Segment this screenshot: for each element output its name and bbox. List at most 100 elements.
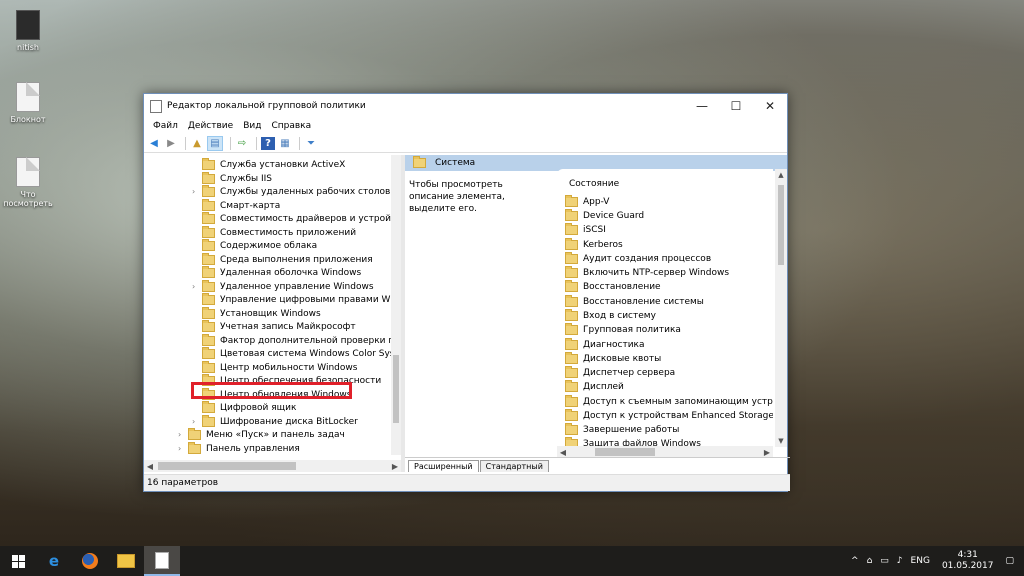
file-explorer-icon[interactable] bbox=[108, 546, 144, 576]
tree-item[interactable]: Службы IIS bbox=[192, 171, 272, 185]
menu-bar: Файл Действие Вид Справка bbox=[144, 118, 787, 134]
scroll-thumb[interactable] bbox=[393, 355, 399, 423]
folder-icon bbox=[202, 292, 215, 305]
list-item[interactable]: iSCSI bbox=[565, 222, 606, 236]
toolbar-separator bbox=[230, 136, 231, 150]
help-icon[interactable]: ? bbox=[261, 136, 275, 150]
title-bar[interactable]: Редактор локальной групповой политики — … bbox=[144, 94, 787, 118]
list-item[interactable]: Завершение работы bbox=[565, 422, 679, 436]
scroll-left-icon[interactable]: ◀ bbox=[557, 448, 569, 457]
export-list-icon[interactable]: ⇨ bbox=[235, 137, 249, 150]
battery-icon[interactable]: ▭ bbox=[880, 556, 889, 566]
gpedit-taskbar-icon[interactable] bbox=[144, 546, 180, 576]
list-item[interactable]: Аудит создания процессов bbox=[565, 251, 711, 265]
chevron-right-icon[interactable]: › bbox=[178, 430, 188, 439]
maximize-button[interactable]: ☐ bbox=[719, 94, 753, 118]
list-item[interactable]: Вход в систему bbox=[565, 308, 656, 322]
tree-item[interactable]: › Удаленное управление Windows bbox=[192, 279, 374, 293]
firefox-icon[interactable] bbox=[72, 546, 108, 576]
close-button[interactable]: ✕ bbox=[753, 94, 787, 118]
chevron-right-icon[interactable]: › bbox=[192, 187, 202, 196]
clock-date: 01.05.2017 bbox=[941, 561, 994, 571]
tab-standard[interactable]: Стандартный bbox=[479, 460, 549, 472]
folder-icon bbox=[202, 252, 215, 265]
back-arrow-icon[interactable]: ◀ bbox=[147, 137, 161, 150]
tree-vertical-scrollbar[interactable] bbox=[391, 155, 401, 455]
tree-item[interactable]: Управление цифровыми правами Windo bbox=[192, 292, 401, 306]
properties-icon[interactable]: ▦ bbox=[278, 137, 292, 150]
language-indicator[interactable]: ENG bbox=[911, 556, 930, 566]
tree-item[interactable]: Среда выполнения приложения bbox=[192, 252, 373, 266]
list-item[interactable]: App-V bbox=[565, 194, 609, 208]
scroll-thumb[interactable] bbox=[778, 185, 784, 265]
tree-item[interactable]: Центр мобильности Windows bbox=[192, 360, 357, 374]
tree-item[interactable]: Содержимое облака bbox=[192, 238, 317, 252]
list-item[interactable]: Доступ к съемным запоминающим устройства bbox=[565, 394, 773, 408]
list-item[interactable]: Дисковые квоты bbox=[565, 351, 661, 365]
list-item[interactable]: Диагностика bbox=[565, 337, 645, 351]
folder-icon bbox=[565, 279, 578, 292]
network-icon[interactable]: ⌂ bbox=[867, 556, 873, 566]
tree-item[interactable]: Совместимость приложений bbox=[192, 225, 356, 239]
tree-item[interactable]: Цифровой ящик bbox=[192, 400, 296, 414]
start-button[interactable] bbox=[0, 546, 36, 576]
tree-item[interactable]: Удаленная оболочка Windows bbox=[192, 265, 361, 279]
folder-icon bbox=[202, 225, 215, 238]
scroll-thumb[interactable] bbox=[595, 448, 655, 456]
tree-item[interactable]: Установщик Windows bbox=[192, 306, 321, 320]
list-item[interactable]: Дисплей bbox=[565, 379, 624, 393]
column-header-state[interactable]: Состояние bbox=[569, 179, 619, 189]
list-item[interactable]: Kerberos bbox=[565, 237, 623, 251]
details-vertical-scrollbar[interactable]: ▲ ▼ bbox=[775, 169, 787, 447]
list-item[interactable]: Доступ к устройствам Enhanced Storage bbox=[565, 408, 773, 422]
folder-icon bbox=[565, 308, 578, 321]
list-item[interactable]: Восстановление bbox=[565, 279, 661, 293]
minimize-button[interactable]: — bbox=[685, 94, 719, 118]
chevron-up-icon[interactable]: ^ bbox=[851, 556, 859, 566]
tree-item[interactable]: Учетная запись Майкрософт bbox=[192, 319, 356, 333]
menu-file[interactable]: Файл bbox=[153, 121, 178, 131]
red-highlight-box bbox=[191, 382, 352, 399]
chevron-right-icon[interactable]: › bbox=[192, 282, 202, 291]
desktop-icon-nitish[interactable]: nitish bbox=[0, 10, 56, 52]
scroll-right-icon[interactable]: ▶ bbox=[389, 462, 401, 471]
folder-icon bbox=[565, 222, 578, 235]
show-hide-tree-icon[interactable]: ▤ bbox=[207, 135, 223, 151]
list-item[interactable]: Групповая политика bbox=[565, 322, 681, 336]
tree-horizontal-scrollbar[interactable]: ◀ ▶ bbox=[144, 460, 401, 472]
forward-arrow-icon[interactable]: ▶ bbox=[164, 137, 178, 150]
list-item[interactable]: Диспетчер сервера bbox=[565, 365, 675, 379]
tree-item[interactable]: Смарт-карта bbox=[192, 198, 280, 212]
desktop-icon-what-to-watch[interactable]: Что посмотреть bbox=[0, 157, 56, 208]
volume-icon[interactable]: ♪ bbox=[897, 556, 903, 566]
edge-icon[interactable]: e bbox=[36, 546, 72, 576]
menu-action[interactable]: Действие bbox=[188, 121, 233, 131]
scroll-left-icon[interactable]: ◀ bbox=[144, 462, 156, 471]
up-folder-icon[interactable]: ▲ bbox=[190, 137, 204, 150]
notifications-icon[interactable]: ▢ bbox=[1005, 556, 1014, 566]
scroll-thumb[interactable] bbox=[158, 462, 296, 470]
clock[interactable]: 4:31 01.05.2017 bbox=[942, 550, 994, 572]
tree-item[interactable]: › Службы удаленных рабочих столов bbox=[192, 184, 390, 198]
tree-item[interactable]: Цветовая система Windows Color System bbox=[192, 346, 401, 360]
tree-item[interactable]: Фактор дополнительной проверки подлі bbox=[192, 333, 401, 347]
filter-icon[interactable]: ⏷ bbox=[304, 137, 318, 150]
tree-item[interactable]: Совместимость драйверов и устройств bbox=[192, 211, 401, 225]
tree-item[interactable]: › Панель управления bbox=[178, 441, 300, 455]
menu-view[interactable]: Вид bbox=[243, 121, 261, 131]
scroll-up-icon[interactable]: ▲ bbox=[775, 171, 787, 179]
list-item[interactable]: Восстановление системы bbox=[565, 294, 704, 308]
desktop-icon-notepad[interactable]: Блокнот bbox=[0, 82, 56, 124]
folder-icon bbox=[188, 427, 201, 440]
list-item[interactable]: Включить NTP-сервер Windows bbox=[565, 265, 729, 279]
chevron-right-icon[interactable]: › bbox=[178, 444, 188, 453]
tab-extended[interactable]: Расширенный bbox=[408, 460, 479, 472]
scroll-right-icon[interactable]: ▶ bbox=[761, 448, 773, 457]
tree-item[interactable]: › Шифрование диска BitLocker bbox=[192, 414, 358, 428]
menu-help[interactable]: Справка bbox=[271, 121, 311, 131]
scroll-down-icon[interactable]: ▼ bbox=[775, 437, 787, 445]
list-item[interactable]: Device Guard bbox=[565, 208, 644, 222]
tree-item[interactable]: Служба установки ActiveX bbox=[192, 157, 345, 171]
tree-item[interactable]: › Меню «Пуск» и панель задач bbox=[178, 427, 345, 441]
chevron-right-icon[interactable]: › bbox=[192, 417, 202, 426]
